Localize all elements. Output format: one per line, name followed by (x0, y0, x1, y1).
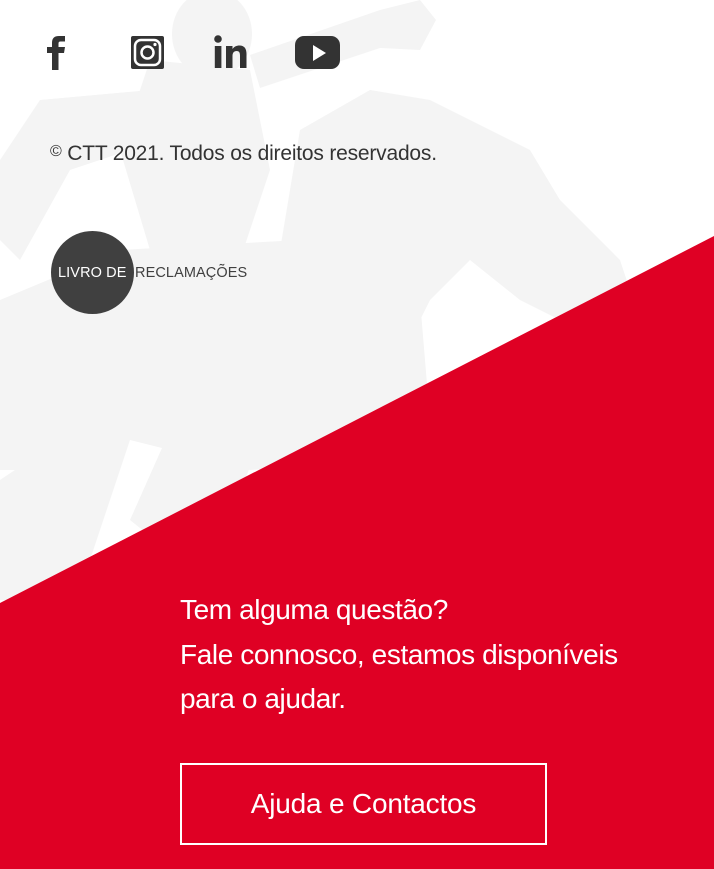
youtube-icon (295, 36, 340, 69)
social-links (40, 26, 360, 82)
help-contacts-button[interactable]: Ajuda e Contactos (180, 763, 547, 845)
help-message-line-1: Tem alguma questão? (180, 594, 448, 625)
copyright-symbol: © (50, 143, 62, 160)
instagram-link[interactable] (130, 26, 166, 82)
help-message: Tem alguma questão? Fale connosco, estam… (180, 588, 618, 722)
linkedin-link[interactable] (212, 26, 252, 82)
red-diagonal-panel (0, 236, 714, 869)
livro-reclamacoes-label-part2: RECLAMAÇÕES (135, 265, 248, 281)
help-message-line-3: para o ajudar. (180, 683, 346, 714)
help-message-line-2: Fale connosco, estamos disponíveis (180, 638, 618, 670)
facebook-link[interactable] (40, 26, 76, 82)
facebook-icon (47, 36, 65, 70)
livro-reclamacoes-label-part1: LIVRO DE (58, 265, 127, 281)
youtube-link[interactable] (294, 26, 342, 82)
linkedin-icon (214, 35, 247, 68)
copyright-text: © CTT 2021. Todos os direitos reservados… (50, 142, 437, 166)
instagram-icon (131, 36, 164, 69)
copyright-label: CTT 2021. Todos os direitos reservados. (67, 142, 437, 165)
livro-reclamacoes-link[interactable]: LIVRO DE RECLAMAÇÕES (51, 231, 281, 315)
